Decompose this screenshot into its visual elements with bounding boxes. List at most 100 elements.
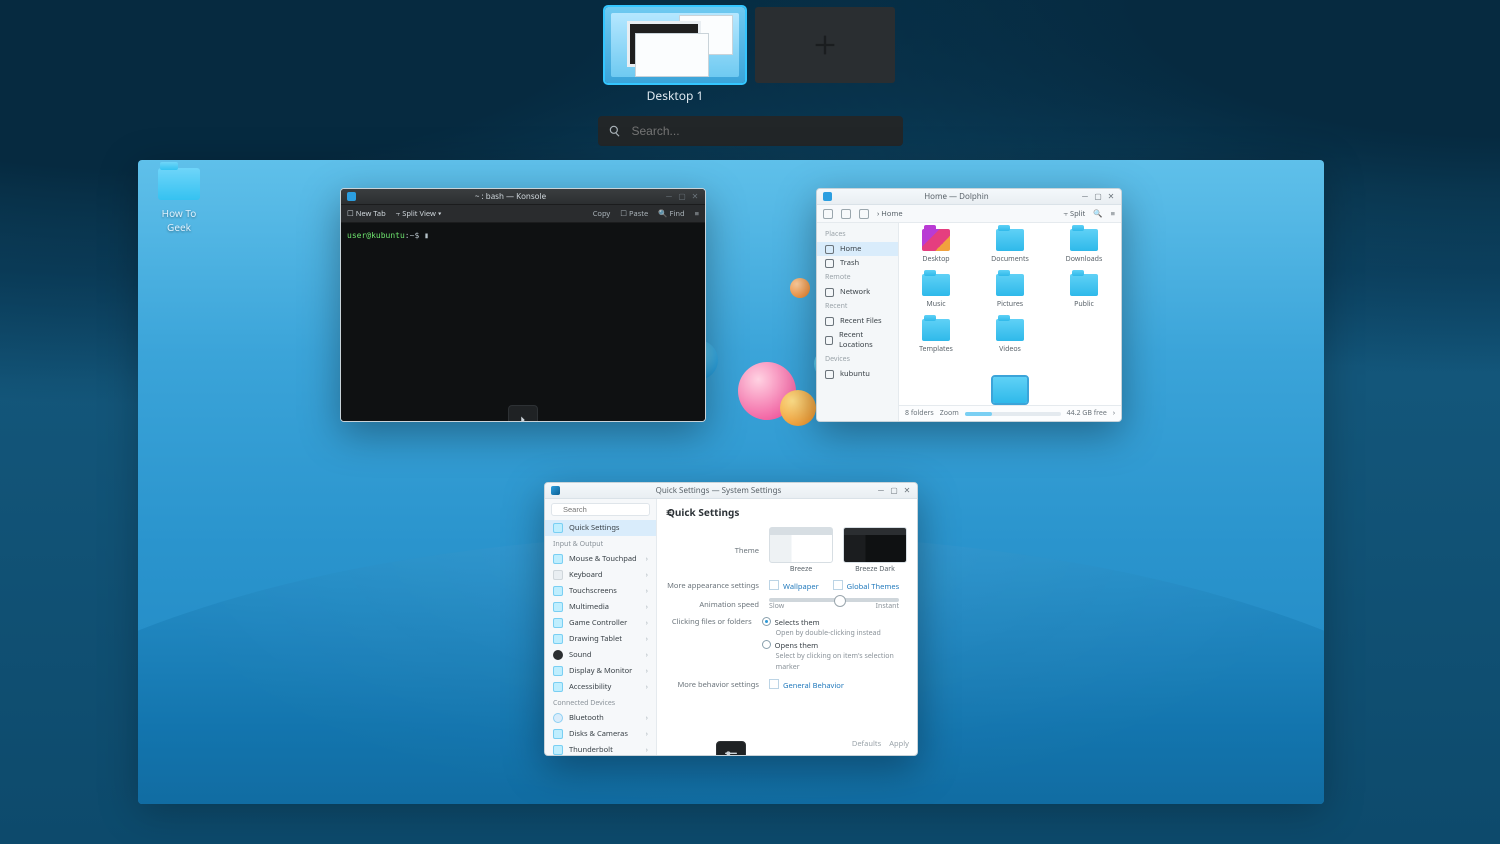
search-icon[interactable]: 🔍 bbox=[1093, 209, 1102, 219]
theme-option-breeze-dark[interactable]: Breeze Dark bbox=[843, 527, 907, 574]
sidebar-item-bluetooth[interactable]: Bluetooth› bbox=[545, 710, 656, 726]
settings-content: Quick Settings Theme Breeze Breeze Dark bbox=[657, 499, 917, 755]
chevron-right-icon: › bbox=[646, 666, 648, 676]
apply-button[interactable]: Apply bbox=[889, 739, 909, 749]
zoom-slider[interactable] bbox=[965, 412, 1061, 416]
settings-search[interactable]: ≡ bbox=[551, 503, 650, 516]
sidebar-item-sound[interactable]: Sound› bbox=[545, 647, 656, 663]
sidebar-item-touchscreens[interactable]: Touchscreens› bbox=[545, 583, 656, 599]
view-icon[interactable] bbox=[859, 209, 869, 219]
animation-speed-label: Animation speed bbox=[667, 600, 759, 610]
overview-search-input[interactable] bbox=[630, 123, 893, 139]
desktop-folder-icon[interactable]: How To Geek bbox=[150, 168, 208, 234]
sidebar-item-quick-settings[interactable]: Quick Settings bbox=[545, 520, 656, 536]
category-icon bbox=[553, 554, 563, 564]
split-button[interactable]: ⫟ Split bbox=[1063, 209, 1085, 219]
hamburger-button[interactable]: ≡ bbox=[695, 209, 699, 219]
sidebar-item-recent-locations[interactable]: Recent Locations bbox=[817, 328, 898, 352]
maximize-button[interactable]: ▢ bbox=[678, 193, 686, 201]
sidebar-item-label: Disks & Cameras bbox=[569, 729, 628, 739]
link-wallpaper[interactable]: Wallpaper bbox=[769, 580, 819, 592]
close-button[interactable]: ✕ bbox=[903, 487, 911, 495]
sidebar-item-accessibility[interactable]: Accessibility› bbox=[545, 679, 656, 695]
forward-icon[interactable] bbox=[841, 209, 851, 219]
radio-selects[interactable] bbox=[762, 617, 771, 626]
desktop-overview[interactable]: How To Geek ~ : bash — Konsole ─ ▢ ✕ ☐ N… bbox=[138, 160, 1324, 804]
split-view-button[interactable]: ⫟ Split View ▾ bbox=[396, 209, 442, 219]
maximize-button[interactable]: ▢ bbox=[1094, 193, 1102, 201]
sidebar-item-thunderbolt[interactable]: Thunderbolt› bbox=[545, 742, 656, 755]
status-free: 44.2 GB free bbox=[1067, 409, 1107, 418]
folder-downloads[interactable]: Downloads bbox=[1055, 229, 1113, 264]
category-icon bbox=[553, 618, 563, 628]
folder-icon bbox=[922, 229, 950, 251]
breadcrumb[interactable]: › Home bbox=[877, 209, 903, 219]
virtual-desktop-1[interactable] bbox=[605, 7, 745, 83]
sidebar-item-game-controller[interactable]: Game Controller› bbox=[545, 615, 656, 631]
minimize-button[interactable]: ─ bbox=[665, 193, 673, 201]
add-desktop-button[interactable] bbox=[755, 7, 895, 83]
dolphin-title: Home — Dolphin bbox=[838, 191, 1075, 202]
sidebar-item-recent-files[interactable]: Recent Files bbox=[817, 314, 898, 328]
recent-loc-icon bbox=[825, 336, 833, 345]
link-general-behavior[interactable]: General Behavior bbox=[769, 679, 844, 691]
radio-opens[interactable] bbox=[762, 640, 771, 649]
folder-music[interactable]: Music bbox=[907, 274, 965, 309]
sidebar-item-disks-cameras[interactable]: Disks & Cameras› bbox=[545, 726, 656, 742]
sliders-icon bbox=[553, 523, 563, 533]
category-icon bbox=[553, 650, 563, 660]
network-icon bbox=[825, 288, 834, 297]
sidebar-item-device[interactable]: kubuntu bbox=[817, 367, 898, 381]
folder-desktop[interactable]: Desktop bbox=[907, 229, 965, 264]
hamburger-button[interactable]: ≡ bbox=[1111, 209, 1115, 219]
close-button[interactable]: ✕ bbox=[691, 193, 699, 201]
new-tab-button[interactable]: ☐ New Tab bbox=[347, 209, 386, 219]
konsole-terminal[interactable]: user@kubuntu:~$ ▮ bbox=[341, 223, 705, 421]
maximize-button[interactable]: ▢ bbox=[890, 487, 898, 495]
sidebar-item-keyboard[interactable]: Keyboard› bbox=[545, 567, 656, 583]
dolphin-file-grid[interactable]: Desktop Documents Downloads Music Pictures Pu… bbox=[899, 223, 1121, 421]
chevron-right-icon: › bbox=[646, 682, 648, 692]
window-konsole[interactable]: ~ : bash — Konsole ─ ▢ ✕ ☐ New Tab ⫟ Spl… bbox=[340, 188, 706, 422]
sidebar-item-drawing-tablet[interactable]: Drawing Tablet› bbox=[545, 631, 656, 647]
sidebar-item-home[interactable]: Home bbox=[817, 242, 898, 256]
back-icon[interactable] bbox=[823, 209, 833, 219]
category-icon bbox=[553, 682, 563, 692]
sidebar-item-mouse-touchpad[interactable]: Mouse & Touchpad› bbox=[545, 551, 656, 567]
dragged-folder-icon bbox=[993, 377, 1027, 403]
settings-search-input[interactable] bbox=[561, 504, 662, 515]
focus-window-icon[interactable] bbox=[508, 405, 538, 422]
sidebar-item-trash[interactable]: Trash bbox=[817, 256, 898, 270]
window-dolphin[interactable]: Home — Dolphin ─ ▢ ✕ › Home ⫟ Split 🔍 ≡ … bbox=[816, 188, 1122, 422]
theme-option-breeze[interactable]: Breeze bbox=[769, 527, 833, 574]
more-appearance-label: More appearance settings bbox=[667, 581, 759, 591]
paste-button[interactable]: ☐ Paste bbox=[620, 209, 648, 219]
folder-public[interactable]: Public bbox=[1055, 274, 1113, 309]
folder-templates[interactable]: Templates bbox=[907, 319, 965, 354]
sidebar-item-network[interactable]: Network bbox=[817, 285, 898, 299]
folder-documents[interactable]: Documents bbox=[981, 229, 1039, 264]
animation-speed-slider[interactable] bbox=[769, 598, 899, 602]
overview-search[interactable] bbox=[598, 116, 903, 146]
chevron-right-icon: › bbox=[646, 745, 648, 755]
copy-button[interactable]: Copy bbox=[593, 209, 611, 219]
sidebar-item-multimedia[interactable]: Multimedia› bbox=[545, 599, 656, 615]
minimize-button[interactable]: ─ bbox=[1081, 193, 1089, 201]
folder-label: Downloads bbox=[1055, 255, 1113, 264]
sidebar-item-display-monitor[interactable]: Display & Monitor› bbox=[545, 663, 656, 679]
minimize-button[interactable]: ─ bbox=[877, 487, 885, 495]
focus-window-icon[interactable] bbox=[716, 741, 746, 756]
chevron-right-icon[interactable]: › bbox=[1113, 409, 1115, 418]
folder-label: Desktop bbox=[907, 255, 965, 264]
window-system-settings[interactable]: Quick Settings — System Settings ─ ▢ ✕ ≡… bbox=[544, 482, 918, 756]
find-button[interactable]: 🔍 Find bbox=[658, 209, 684, 219]
sidebar-item-label: Keyboard bbox=[569, 570, 602, 580]
link-global-themes[interactable]: Global Themes bbox=[833, 580, 900, 592]
chevron-right-icon: › bbox=[646, 713, 648, 723]
folder-videos[interactable]: Videos bbox=[981, 319, 1039, 354]
close-button[interactable]: ✕ bbox=[1107, 193, 1115, 201]
folder-pictures[interactable]: Pictures bbox=[981, 274, 1039, 309]
sidebar-item-label: Drawing Tablet bbox=[569, 634, 622, 644]
category-icon bbox=[553, 586, 563, 596]
defaults-button[interactable]: Defaults bbox=[852, 739, 881, 749]
